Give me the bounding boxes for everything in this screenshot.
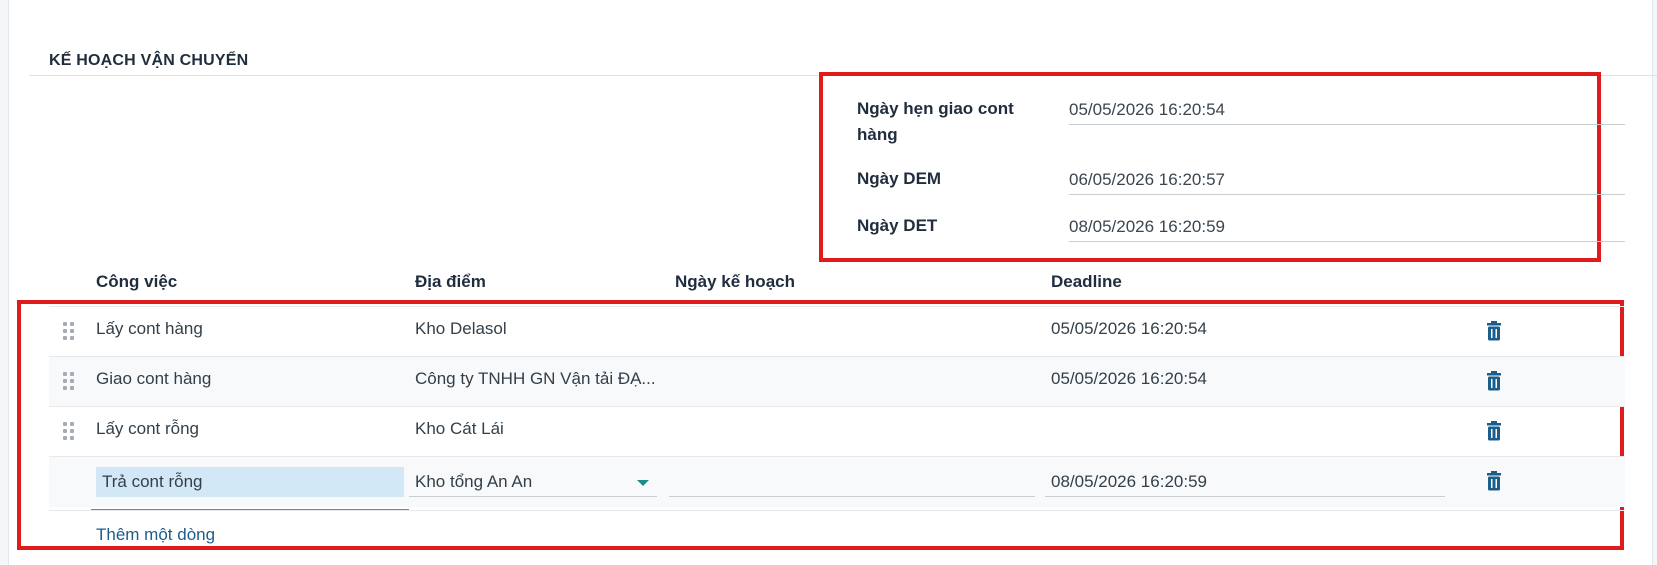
deadline-input[interactable]: 08/05/2026 16:20:59: [1045, 467, 1445, 497]
table-row[interactable]: Lấy cont rỗng Kho Cát Lái: [49, 406, 1625, 457]
planned-date-input[interactable]: [669, 467, 1035, 497]
row-deadline[interactable]: 05/05/2026 16:20:54: [1051, 319, 1207, 339]
row-divider: [49, 510, 1625, 511]
row-location[interactable]: Công ty TNHH GN Vận tải ĐẠ...: [415, 369, 656, 389]
column-header-deadline[interactable]: Deadline: [1051, 272, 1122, 292]
form-sheet: KẾ HOẠCH VẬN CHUYỂN Ngày hẹn giao cont h…: [8, 0, 1657, 565]
location-select-value: Kho tổng An An: [415, 472, 533, 491]
row-location[interactable]: Kho Cát Lái: [415, 419, 504, 439]
table-row[interactable]: Giao cont hàng Công ty TNHH GN Vận tải Đ…: [49, 356, 1625, 407]
caret-down-icon[interactable]: [637, 480, 649, 486]
appointment-date-field[interactable]: 05/05/2026 16:20:54: [1069, 96, 1625, 125]
dem-date-field[interactable]: 06/05/2026 16:20:57: [1069, 166, 1625, 195]
task-input[interactable]: Trả cont rỗng: [96, 467, 404, 497]
row-location[interactable]: Kho Delasol: [415, 319, 507, 339]
drag-handle-icon[interactable]: [63, 422, 75, 440]
add-line-link[interactable]: Thêm một dòng: [96, 525, 215, 545]
column-header-task[interactable]: Công việc: [96, 272, 177, 292]
trash-icon[interactable]: [1484, 421, 1504, 443]
column-header-location[interactable]: Địa điểm: [415, 272, 486, 292]
trash-icon[interactable]: [1484, 371, 1504, 393]
location-select[interactable]: Kho tổng An An: [409, 467, 657, 497]
det-date-label: Ngày DET: [857, 216, 938, 235]
trash-icon[interactable]: [1484, 471, 1504, 493]
dem-date-label: Ngày DEM: [857, 169, 942, 188]
row-deadline[interactable]: 05/05/2026 16:20:54: [1051, 369, 1207, 389]
column-header-planned-date[interactable]: Ngày kế hoạch: [675, 272, 795, 292]
det-date-field[interactable]: 08/05/2026 16:20:59: [1069, 213, 1625, 242]
row-task[interactable]: Lấy cont rỗng: [96, 419, 199, 439]
table-row[interactable]: Lấy cont hàng Kho Delasol 05/05/2026 16:…: [49, 306, 1625, 357]
trash-icon[interactable]: [1484, 321, 1504, 343]
section-title: KẾ HOẠCH VẬN CHUYỂN: [49, 52, 249, 69]
row-task[interactable]: Giao cont hàng: [96, 369, 211, 389]
drag-handle-icon[interactable]: [63, 372, 75, 390]
table-row-editing[interactable]: Trả cont rỗng Kho tổng An An 08/05/2026 …: [49, 456, 1625, 507]
drag-handle-icon[interactable]: [63, 322, 75, 340]
appointment-date-label: Ngày hẹn giao cont hàng: [857, 99, 1014, 144]
row-task[interactable]: Lấy cont hàng: [96, 319, 203, 339]
